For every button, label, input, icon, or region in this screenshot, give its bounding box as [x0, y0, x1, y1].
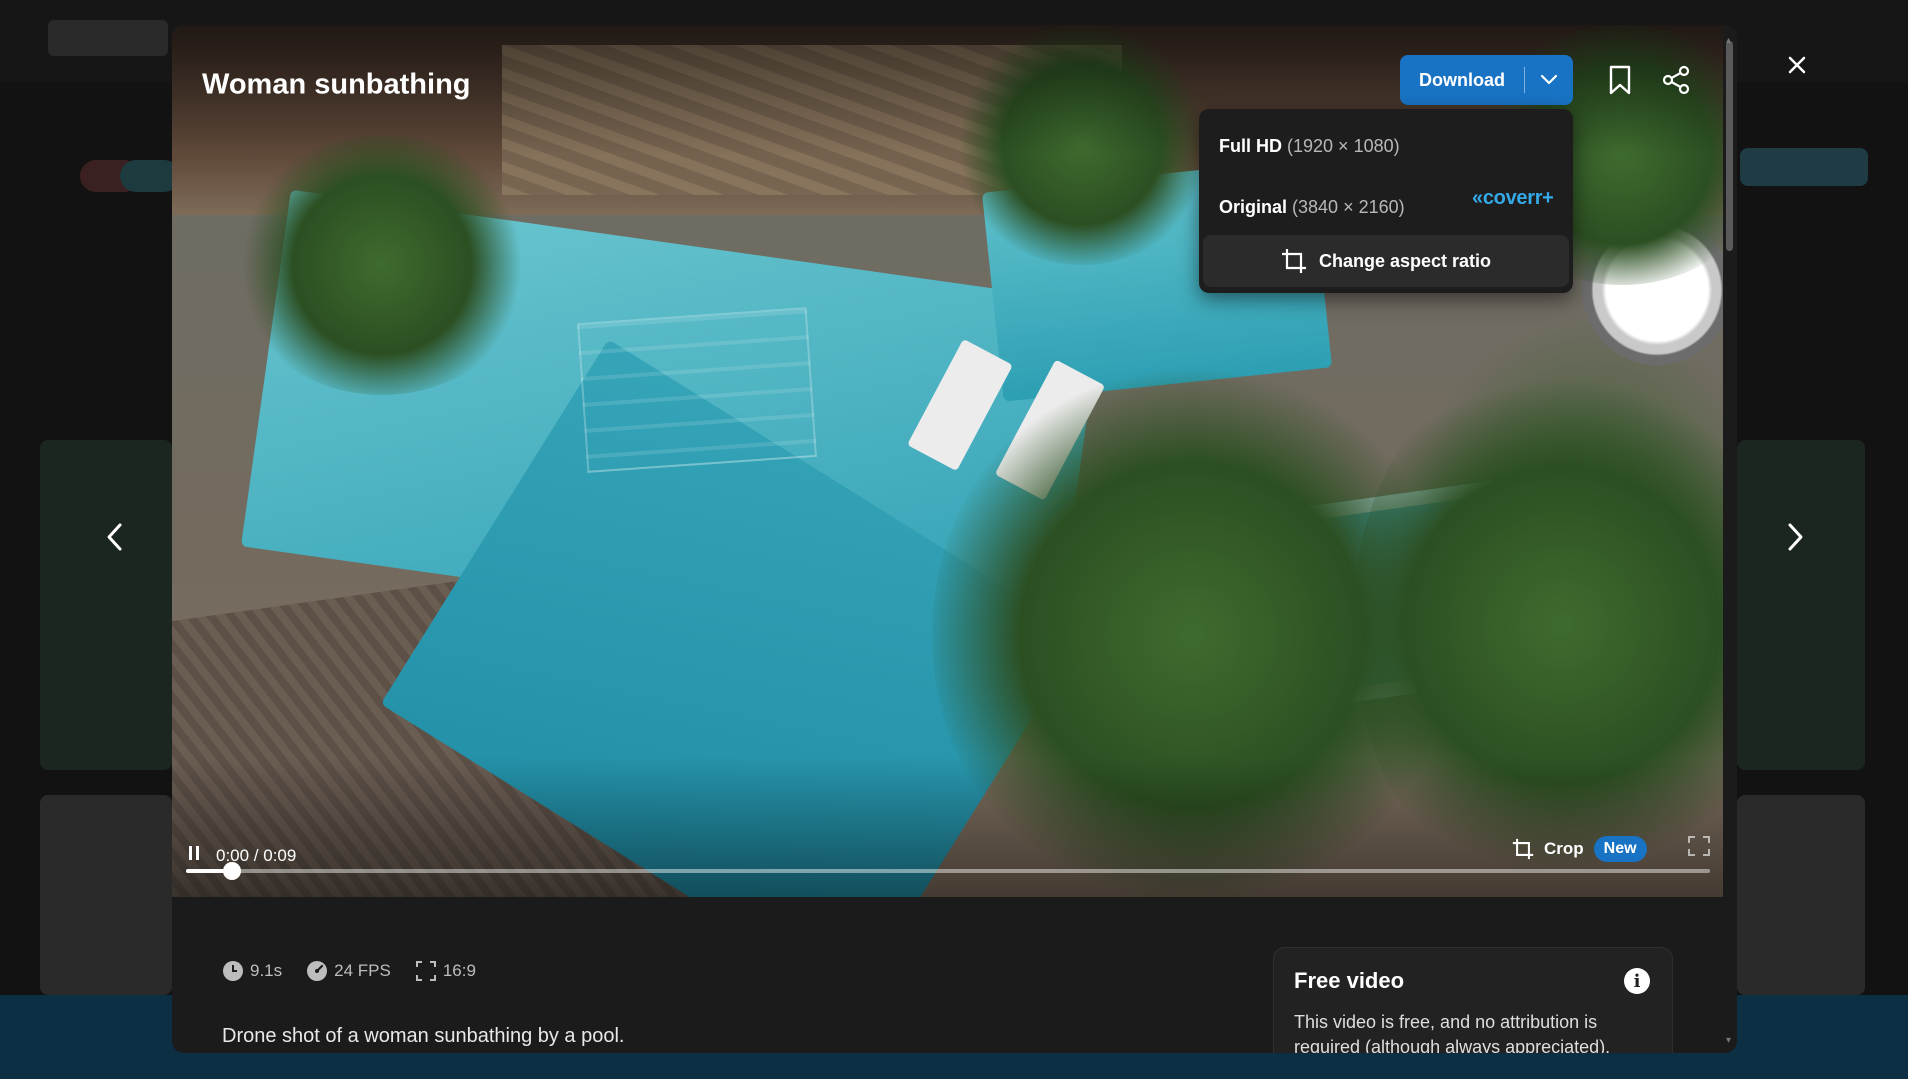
speedometer-icon — [307, 961, 328, 981]
bookmark-button[interactable] — [1598, 58, 1642, 102]
coverr-plus-logo: «coverr+ — [1472, 187, 1554, 209]
bookmark-icon — [1609, 65, 1631, 95]
video-overlay-bottom — [172, 757, 1723, 897]
info-icon[interactable]: i — [1624, 968, 1650, 994]
full-hd-label: Full HD — [1219, 136, 1282, 156]
close-icon[interactable] — [1782, 50, 1812, 80]
aspect-ratio-icon — [415, 961, 436, 981]
free-video-title: Free video — [1294, 968, 1405, 993]
background-tile — [1737, 795, 1865, 995]
background-tile — [1737, 440, 1865, 770]
video-player[interactable]: Woman sunbathing Download Full HD (1920 … — [172, 25, 1723, 897]
duration-value: 9.1s — [250, 961, 283, 980]
share-icon — [1662, 65, 1690, 95]
meta-aspect: 16:9 — [415, 960, 476, 982]
download-menu: Full HD (1920 × 1080) Original (3840 × 2… — [1199, 109, 1573, 293]
background-tile — [40, 795, 172, 995]
menu-item-original[interactable]: Original (3840 × 2160) — [1219, 197, 1405, 218]
free-video-text: This video is free, and no attribution i… — [1294, 1012, 1611, 1053]
crop-icon — [1281, 249, 1306, 273]
video-title: Woman sunbathing — [202, 68, 471, 101]
background-chip — [120, 160, 180, 192]
modal-scrollbar[interactable]: ▴ ▾ — [1724, 35, 1734, 1046]
crop-label: Crop — [1544, 839, 1584, 858]
original-resolution: (3840 × 2160) — [1292, 197, 1405, 217]
background-button — [1740, 148, 1868, 186]
previous-arrow-icon[interactable] — [100, 517, 130, 557]
full-hd-resolution: (1920 × 1080) — [1287, 136, 1400, 156]
aspect-value: 16:9 — [442, 961, 476, 980]
progress-handle[interactable] — [222, 862, 241, 880]
crop-icon — [1512, 838, 1534, 860]
video-frame-palm — [232, 135, 532, 395]
video-frame-steps — [577, 307, 817, 473]
clock-icon — [223, 961, 243, 981]
download-button-group: Download — [1400, 55, 1573, 105]
free-video-card: Free video i This video is free, and no … — [1273, 947, 1673, 1053]
download-button[interactable]: Download — [1400, 55, 1524, 105]
background-tile — [40, 440, 172, 770]
scroll-up-arrow[interactable]: ▴ — [1726, 35, 1731, 46]
share-button[interactable] — [1654, 58, 1698, 102]
change-aspect-ratio-button[interactable]: Change aspect ratio — [1203, 235, 1569, 287]
menu-item-full-hd[interactable]: Full HD (1920 × 1080) — [1219, 136, 1400, 157]
scrollbar-thumb[interactable] — [1726, 41, 1733, 251]
scroll-down-arrow[interactable]: ▾ — [1726, 1035, 1731, 1046]
download-dropdown-toggle[interactable] — [1525, 55, 1573, 105]
original-label: Original — [1219, 197, 1288, 217]
video-modal: Woman sunbathing Download Full HD (1920 … — [172, 25, 1737, 1053]
meta-fps: 24 FPS — [306, 960, 391, 982]
background-logo — [48, 20, 168, 56]
new-badge: New — [1593, 836, 1647, 862]
change-aspect-ratio-label: Change aspect ratio — [1318, 250, 1492, 271]
chevron-down-icon — [1540, 74, 1558, 85]
pause-icon[interactable] — [187, 845, 201, 861]
next-arrow-icon[interactable] — [1780, 517, 1810, 557]
video-meta: 9.1s 24 FPS 16:9 — [222, 960, 476, 982]
crop-control[interactable]: Crop New — [1512, 833, 1647, 865]
fullscreen-icon[interactable] — [1687, 835, 1711, 857]
meta-duration: 9.1s — [222, 960, 282, 982]
video-description: Drone shot of a woman sunbathing by a po… — [222, 1025, 625, 1047]
fps-value: 24 FPS — [334, 961, 391, 980]
progress-bar[interactable] — [186, 862, 1710, 880]
